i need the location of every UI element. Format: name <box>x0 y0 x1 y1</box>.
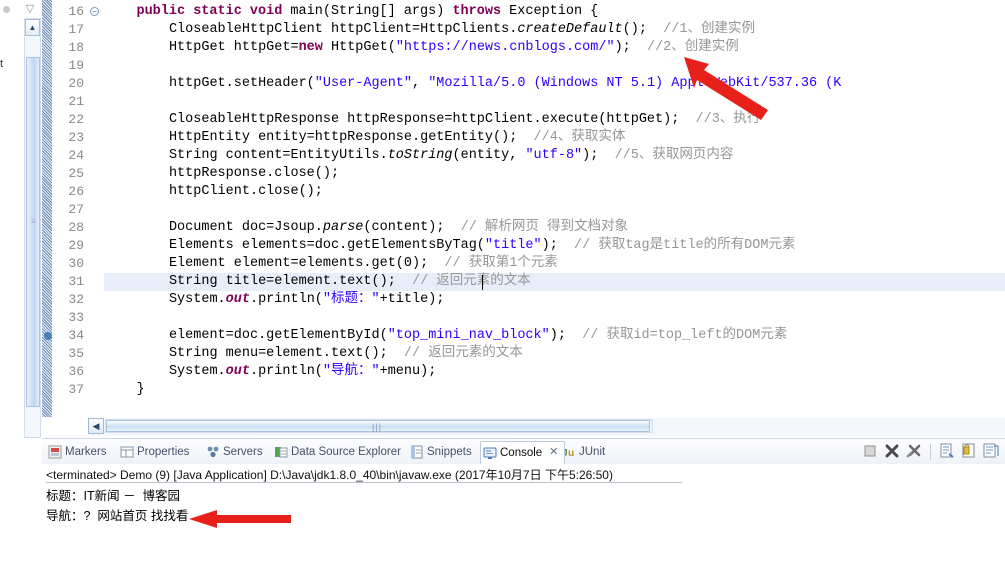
tab-data-source-explorer[interactable]: Data Source Explorer <box>272 441 401 463</box>
line-number: 36 <box>68 364 84 379</box>
console-output-line-title: 标题：IT新闻 － 博客园 <box>46 489 181 503</box>
view-tab-bar: JuJUnitConsole✕SnippetsData Source Explo… <box>42 439 1005 465</box>
code-line[interactable]: String menu=element.text(); // 返回元素的文本 <box>169 345 523 363</box>
code-line[interactable]: httpGet.setHeader("User-Agent", "Mozilla… <box>169 75 841 93</box>
code-line[interactable]: } <box>136 381 144 399</box>
remove-all-terminated-icon[interactable] <box>905 442 924 461</box>
pin-console-icon[interactable] <box>960 442 979 461</box>
bottom-view-panel: JuJUnitConsole✕SnippetsData Source Explo… <box>42 438 1005 563</box>
snippets-icon <box>410 445 424 459</box>
code-line[interactable]: String content=EntityUtils.toString(enti… <box>169 147 733 165</box>
line-number: 32 <box>68 292 84 307</box>
line-number: 19 <box>68 58 84 73</box>
toolbar-separator <box>930 444 931 460</box>
horizontal-scrollbar-thumb[interactable]: ||| <box>106 420 650 432</box>
display-selected-console-icon[interactable] <box>982 442 1001 461</box>
code-line[interactable]: Document doc=Jsoup.parse(content); // 解析… <box>169 219 628 237</box>
remove-terminated-icon[interactable] <box>883 442 902 461</box>
console-output-line-nav: 导航：? 网站首页 找找看 <box>46 509 189 523</box>
minimize-dot-icon <box>3 6 10 13</box>
console-icon <box>483 446 497 460</box>
scrollbar-grip-icon: ≡ <box>31 217 36 226</box>
console-toolbar <box>858 442 1001 462</box>
code-line[interactable]: public static void main(String[] args) t… <box>136 3 598 21</box>
tab-label: Markers <box>65 446 107 458</box>
svg-text:u: u <box>568 448 574 459</box>
breakpoint-marker-icon[interactable] <box>44 332 52 340</box>
tab-label: Properties <box>137 446 190 458</box>
open-console-icon[interactable] <box>938 442 957 461</box>
tab-markers[interactable]: Markers <box>46 441 107 463</box>
line-number: 24 <box>68 148 84 163</box>
code-line[interactable]: httpResponse.close(); <box>169 165 339 183</box>
line-number: 33 <box>68 310 84 325</box>
code-line[interactable]: String title=element.text(); // 返回元素的文本 <box>169 273 531 291</box>
line-number: 25 <box>68 166 84 181</box>
code-line[interactable]: element=doc.getElementById("top_mini_nav… <box>169 327 787 345</box>
code-line[interactable]: CloseableHttpClient httpClient=HttpClien… <box>169 21 755 39</box>
markers-icon <box>48 445 62 459</box>
line-number: 26 <box>68 184 84 199</box>
line-number: 31 <box>68 274 84 289</box>
line-number: 21 <box>68 94 84 109</box>
editor-horizontal-scrollbar[interactable]: ◀ ||| <box>88 418 1005 436</box>
line-number: 28 <box>68 220 84 235</box>
scroll-left-button[interactable]: ◀ <box>88 418 104 434</box>
tab-snippets[interactable]: Snippets <box>408 441 472 463</box>
line-number: 29 <box>68 238 84 253</box>
code-line[interactable]: Element element=elements.get(0); // 获取第1… <box>169 255 558 273</box>
fold-collapse-icon[interactable]: − <box>90 7 99 16</box>
vertical-scrollbar[interactable]: ▲ ≡ <box>24 18 41 438</box>
tab-label: Snippets <box>427 446 472 458</box>
tab-console[interactable]: Console ✕ <box>480 441 566 465</box>
text-caret <box>481 275 483 290</box>
properties-icon <box>120 445 134 459</box>
console-output-area[interactable]: <terminated> Demo (9) [Java Application]… <box>42 464 1005 563</box>
line-number: 18 <box>68 40 84 55</box>
line-number: 23 <box>68 130 84 145</box>
database-icon <box>274 445 288 459</box>
horizontal-scroll-track[interactable]: ||| <box>105 419 653 433</box>
code-line[interactable]: HttpEntity entity=httpResponse.getEntity… <box>169 129 625 147</box>
tab-label: JUnit <box>579 446 606 458</box>
collapse-chevron-icon[interactable]: ▽ <box>20 2 40 16</box>
left-edge-strip: t <box>0 0 20 440</box>
stop-icon[interactable] <box>861 442 880 461</box>
line-number: 35 <box>68 346 84 361</box>
line-number: 34 <box>68 328 84 343</box>
line-number: 22 <box>68 112 84 127</box>
scroll-up-button[interactable]: ▲ <box>25 19 40 36</box>
tab-label: Console <box>500 447 543 459</box>
code-editor[interactable]: 16−17 18 19 20 21 22 23 24 25 26 27 28 29 30 31 32 33 34 3… <box>42 0 1005 417</box>
code-line[interactable]: HttpGet httpGet=new HttpGet("https://new… <box>169 39 739 57</box>
tab-properties[interactable]: Properties <box>118 441 189 463</box>
console-launch-header: <terminated> Demo (9) [Java Application]… <box>46 468 613 482</box>
code-text-area[interactable]: public static void main(String[] args) t… <box>104 0 1005 417</box>
vertical-scrollbar-thumb[interactable]: ≡ <box>26 57 40 407</box>
scrollbar-grip-icon: ||| <box>372 422 383 432</box>
left-edge-label: t <box>0 58 4 70</box>
line-number: 17 <box>68 22 84 37</box>
eclipse-ide-window: t ▽ ▲ ≡ 16−17 18 19 20 21 22 23 24 25 26 27 28 29 30 3… <box>0 0 1005 563</box>
code-line[interactable]: httpClient.close(); <box>169 183 323 201</box>
code-line[interactable]: System.out.println("标题："+title); <box>169 291 444 309</box>
line-number: 27 <box>68 202 84 217</box>
code-line[interactable]: CloseableHttpResponse httpResponse=httpC… <box>169 111 760 129</box>
tab-servers[interactable]: Servers <box>204 441 263 463</box>
line-number: 37 <box>68 382 84 397</box>
tab-label: Servers <box>223 446 263 458</box>
line-number: 16 <box>68 4 84 19</box>
close-icon[interactable]: ✕ <box>548 447 559 458</box>
tab-label: Data Source Explorer <box>291 446 401 458</box>
console-header-divider <box>46 482 682 483</box>
code-line[interactable]: Elements elements=doc.getElementsByTag("… <box>169 237 796 255</box>
annotation-ruler <box>42 0 52 417</box>
line-number-gutter: 16−17 18 19 20 21 22 23 24 25 26 27 28 29 30 31 32 33 34 3… <box>44 0 104 417</box>
code-line[interactable]: System.out.println("导航："+menu); <box>169 363 436 381</box>
line-number: 30 <box>68 256 84 271</box>
servers-icon <box>206 445 220 459</box>
tab-junit[interactable]: JuJUnit <box>560 441 605 463</box>
line-number: 20 <box>68 76 84 91</box>
